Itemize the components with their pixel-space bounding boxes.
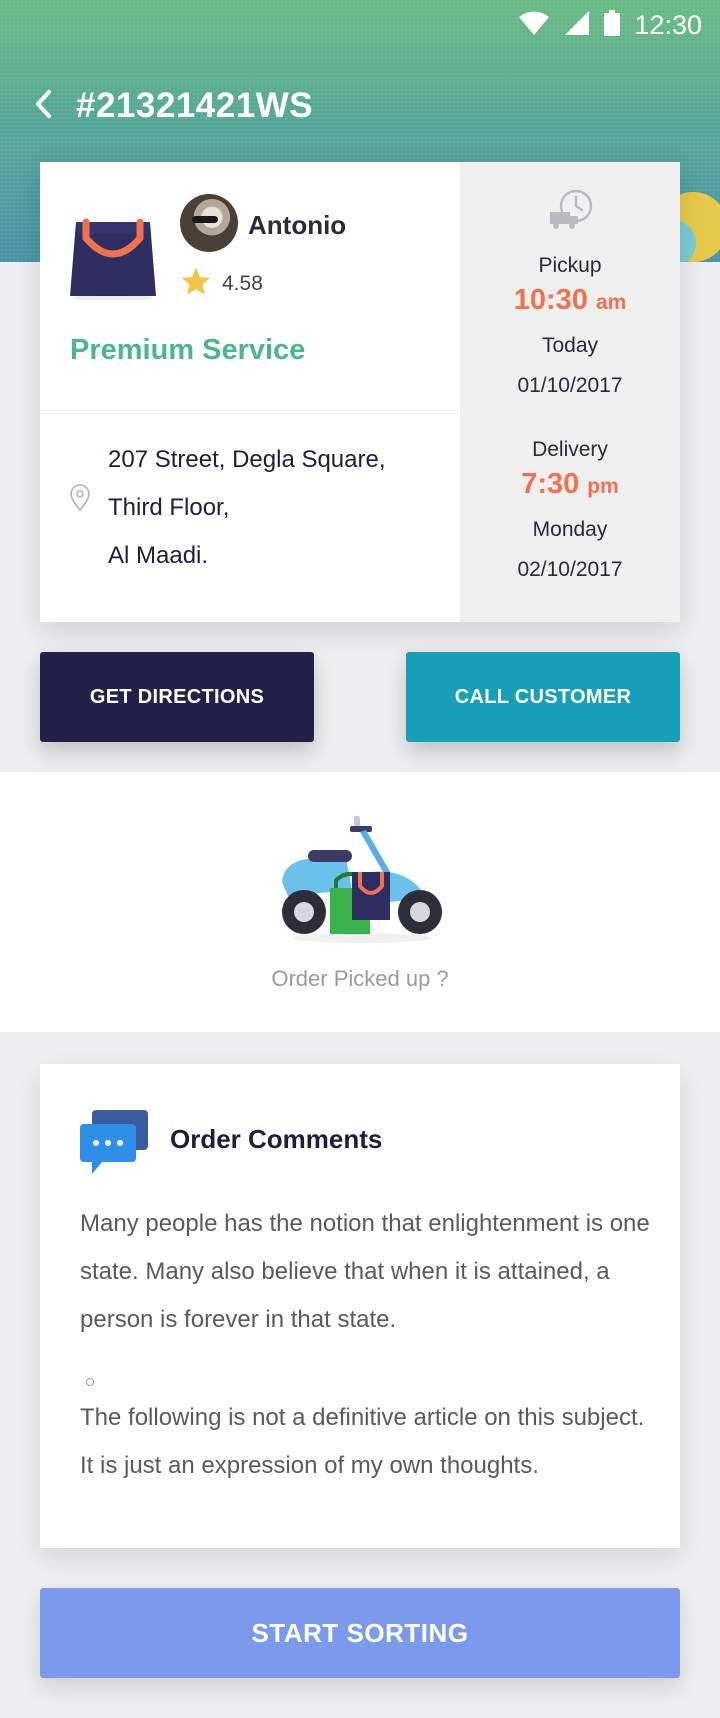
status-time: 12:30	[634, 9, 702, 40]
comments-title: Order Comments	[170, 1124, 383, 1154]
order-info-card: Antonio 4.58 Premium Service 207 Street,…	[40, 162, 680, 622]
pickup-date: 01/10/2017	[517, 374, 623, 397]
scooter-icon[interactable]	[270, 808, 452, 953]
delivery-time-ampm: pm	[587, 475, 619, 498]
customer-rating: 4.58	[222, 272, 263, 295]
start-sorting-button[interactable]: START SORTING	[40, 1588, 680, 1678]
shopping-bag-icon	[68, 200, 158, 305]
comment-paragraph: Many people has the notion that enlighte…	[80, 1210, 650, 1333]
bullet-marker	[86, 1378, 94, 1386]
pickup-day: Today	[541, 334, 599, 357]
pickup-time: 10:30 am	[460, 284, 680, 317]
avatar	[180, 194, 238, 252]
service-type: Premium Service	[70, 334, 306, 366]
signal-icon	[564, 10, 590, 41]
order-picked-up-prompt[interactable]: Order Picked up ?	[0, 966, 720, 992]
order-pickup-panel: Order Picked up ?	[0, 772, 720, 1032]
back-icon[interactable]	[34, 89, 54, 124]
status-bar: 12:30	[0, 0, 720, 50]
delivery-label: Delivery	[532, 438, 608, 461]
delivery-clock-icon	[548, 188, 594, 237]
chat-bubbles-icon	[78, 1108, 150, 1183]
delivery-time: 7:30 pm	[460, 468, 680, 501]
location-pin-icon	[68, 484, 92, 517]
pickup-time-value: 10:30	[513, 284, 588, 316]
order-comments-card: Order Comments Many people has the notio…	[40, 1064, 680, 1548]
customer-address: 207 Street, Degla Square, Third Floor, A…	[108, 436, 386, 580]
delivery-day: Monday	[532, 518, 608, 541]
title-bar: #21321421WS	[34, 86, 313, 126]
delivery-time-value: 7:30	[521, 468, 580, 500]
call-customer-button[interactable]: CALL CUSTOMER	[406, 652, 680, 742]
comment-paragraph: The following is not a definitive articl…	[80, 1404, 645, 1479]
wifi-icon	[518, 10, 550, 41]
star-icon	[180, 266, 212, 301]
battery-icon	[604, 9, 621, 41]
order-id-title: #21321421WS	[76, 86, 314, 125]
schedule-panel: Pickup 10:30 am Today 01/10/2017 Deliver…	[460, 162, 680, 622]
address-line: Al Maadi.	[108, 542, 209, 569]
customer-name: Antonio	[248, 210, 347, 240]
address-line: 207 Street, Degla Square,	[108, 446, 386, 473]
divider	[40, 410, 460, 411]
pickup-time-ampm: am	[595, 291, 627, 314]
pickup-label: Pickup	[538, 254, 602, 277]
get-directions-button[interactable]: GET DIRECTIONS	[40, 652, 314, 742]
address-line: Third Floor,	[108, 494, 230, 521]
delivery-date: 02/10/2017	[517, 558, 623, 581]
